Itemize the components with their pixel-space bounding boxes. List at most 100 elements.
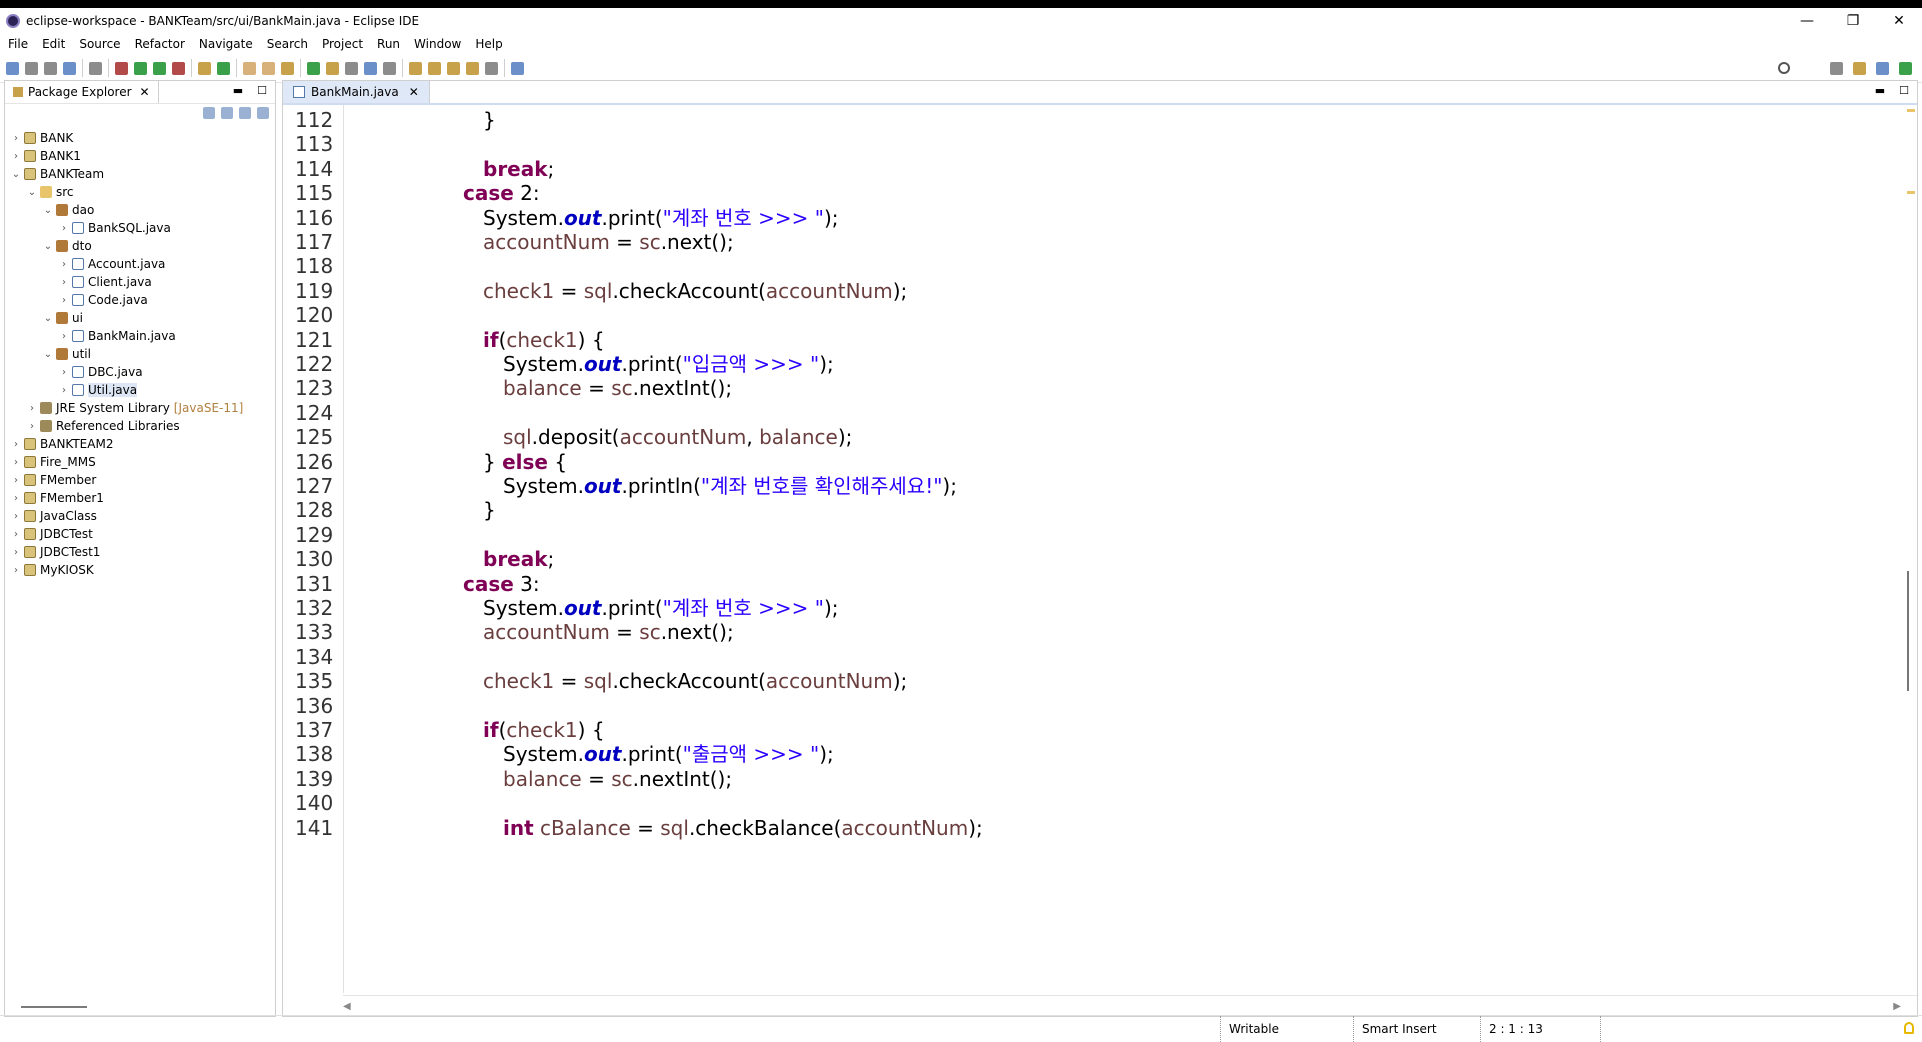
toggle-block-selection-icon[interactable] [345, 61, 358, 75]
maximize-editor-icon[interactable]: ☐ [1899, 84, 1909, 97]
tree-item[interactable]: › BANKTEAM2 [11, 435, 243, 453]
tip-lightbulb-icon[interactable] [1904, 1022, 1914, 1034]
toggle-annotation-icon[interactable] [307, 61, 320, 75]
chevron-right-icon[interactable]: › [27, 421, 37, 432]
chevron-down-icon[interactable]: ⌄ [27, 187, 37, 198]
collapse-all-icon[interactable] [203, 107, 215, 119]
scroll-left-icon[interactable]: ◀ [343, 1001, 351, 1012]
editor-horizontal-scrollbar[interactable]: ◀ ▶ [343, 995, 1917, 1016]
view-menu-icon[interactable] [257, 107, 269, 119]
code-line[interactable]: } [363, 105, 496, 135]
chevron-right-icon[interactable]: › [27, 403, 37, 414]
tree-item[interactable]: ⌄ BANKTeam [11, 165, 243, 183]
new-icon[interactable] [6, 61, 19, 75]
tree-item[interactable]: › JRE System Library [JavaSE-11] [11, 399, 243, 417]
menu-navigate[interactable]: Navigate [199, 37, 253, 51]
tree-item[interactable]: › FMember1 [11, 489, 243, 507]
forward-icon[interactable] [485, 61, 498, 75]
chevron-right-icon[interactable]: › [59, 277, 69, 288]
filters-icon[interactable] [239, 107, 251, 119]
minimize-button[interactable]: — [1784, 8, 1830, 34]
last-edit-location-icon[interactable] [447, 61, 460, 75]
code-line[interactable]: int cBalance = sql.checkBalance(accountN… [363, 813, 983, 843]
chevron-down-icon[interactable]: ⌄ [43, 313, 53, 324]
java-ee-perspective-icon[interactable] [1853, 61, 1866, 75]
menu-window[interactable]: Window [414, 37, 461, 51]
tree-item[interactable]: ⌄ util [11, 345, 243, 363]
debug-perspective-icon[interactable] [1899, 61, 1912, 75]
tree-item[interactable]: › BankSQL.java [11, 219, 243, 237]
close-window-button[interactable]: ✕ [1876, 8, 1922, 34]
mark-occurrences-icon[interactable] [326, 61, 339, 75]
code-line[interactable]: balance = sc.nextInt(); [363, 373, 732, 403]
save-icon[interactable] [25, 61, 38, 75]
minimize-editor-icon[interactable]: ▬ [1875, 84, 1885, 97]
chevron-down-icon[interactable]: ⌄ [43, 241, 53, 252]
tree-item[interactable]: › Code.java [11, 291, 243, 309]
open-perspective-icon[interactable] [1830, 61, 1843, 75]
close-icon[interactable]: ✕ [409, 85, 419, 99]
next-annotation-icon[interactable] [409, 61, 422, 75]
chevron-right-icon[interactable]: › [59, 331, 69, 342]
tree-item[interactable]: › JDBCTest [11, 525, 243, 543]
minimize-view-icon[interactable]: ▬ [233, 84, 243, 97]
code-line[interactable]: accountNum = sc.next(); [363, 617, 734, 647]
tree-item[interactable]: › DBC.java [11, 363, 243, 381]
code-line[interactable]: } [363, 495, 496, 525]
tree-item[interactable]: › Referenced Libraries [11, 417, 243, 435]
chevron-right-icon[interactable]: › [11, 133, 21, 144]
code-line[interactable]: balance = sc.nextInt(); [363, 764, 732, 794]
open-terminal-icon[interactable] [63, 61, 76, 75]
status-insert-mode[interactable]: Smart Insert [1353, 1016, 1437, 1042]
horizontal-scrollbar[interactable] [21, 1006, 87, 1008]
maximize-view-icon[interactable]: ☐ [257, 84, 267, 97]
tab-package-explorer[interactable]: Package Explorer ✕ [5, 81, 159, 103]
code-line[interactable]: check1 = sql.checkAccount(accountNum); [363, 276, 907, 306]
menu-run[interactable]: Run [377, 37, 400, 51]
menu-file[interactable]: File [8, 37, 28, 51]
menu-edit[interactable]: Edit [42, 37, 65, 51]
tree-item[interactable]: › Client.java [11, 273, 243, 291]
tree-item[interactable]: ⌄ dto [11, 237, 243, 255]
chevron-right-icon[interactable]: › [59, 367, 69, 378]
save-all-icon[interactable] [44, 61, 57, 75]
new-java-class-icon[interactable] [217, 61, 230, 75]
new-java-package-icon[interactable] [198, 61, 211, 75]
chevron-right-icon[interactable]: › [11, 511, 21, 522]
tree-item[interactable]: ⌄ dao [11, 201, 243, 219]
code-area[interactable]: 112} 113 114 break; 115 case 2: 116 System.out.… [283, 105, 1883, 993]
run-icon[interactable] [134, 61, 147, 75]
show-whitespace-icon[interactable] [383, 61, 396, 75]
tree-item[interactable]: › MyKIOSK [11, 561, 243, 579]
chevron-right-icon[interactable]: › [11, 475, 21, 486]
chevron-right-icon[interactable]: › [11, 457, 21, 468]
chevron-right-icon[interactable]: › [59, 259, 69, 270]
chevron-right-icon[interactable]: › [11, 439, 21, 450]
tree-item[interactable]: › BankMain.java [11, 327, 243, 345]
tree-item[interactable]: › JDBCTest1 [11, 543, 243, 561]
pin-editor-icon[interactable] [511, 61, 524, 75]
link-with-editor-icon[interactable] [221, 107, 233, 119]
debug-icon[interactable] [115, 61, 128, 75]
chevron-right-icon[interactable]: › [59, 223, 69, 234]
back-icon[interactable] [466, 61, 479, 75]
chevron-down-icon[interactable]: ⌄ [43, 205, 53, 216]
tree-item[interactable]: › Fire_MMS [11, 453, 243, 471]
status-cursor-position[interactable]: 2 : 1 : 13 [1480, 1016, 1543, 1042]
java-perspective-icon[interactable] [1876, 61, 1889, 75]
chevron-right-icon[interactable]: › [59, 295, 69, 306]
menu-source[interactable]: Source [79, 37, 120, 51]
tree-item[interactable]: › Account.java [11, 255, 243, 273]
tree-item[interactable]: ⌄ ui [11, 309, 243, 327]
tree-item[interactable]: › BANK1 [11, 147, 243, 165]
skip-breakpoints-icon[interactable] [89, 61, 102, 75]
maximize-button[interactable]: ❐ [1830, 8, 1876, 34]
chevron-right-icon[interactable]: › [11, 529, 21, 540]
menu-refactor[interactable]: Refactor [135, 37, 185, 51]
chevron-down-icon[interactable]: ⌄ [43, 349, 53, 360]
chevron-down-icon[interactable]: ⌄ [11, 169, 21, 180]
search-tool-icon[interactable] [281, 61, 294, 75]
chevron-right-icon[interactable]: › [59, 385, 69, 396]
tree-item[interactable]: › BANK [11, 129, 243, 147]
open-type-icon[interactable] [243, 61, 256, 75]
